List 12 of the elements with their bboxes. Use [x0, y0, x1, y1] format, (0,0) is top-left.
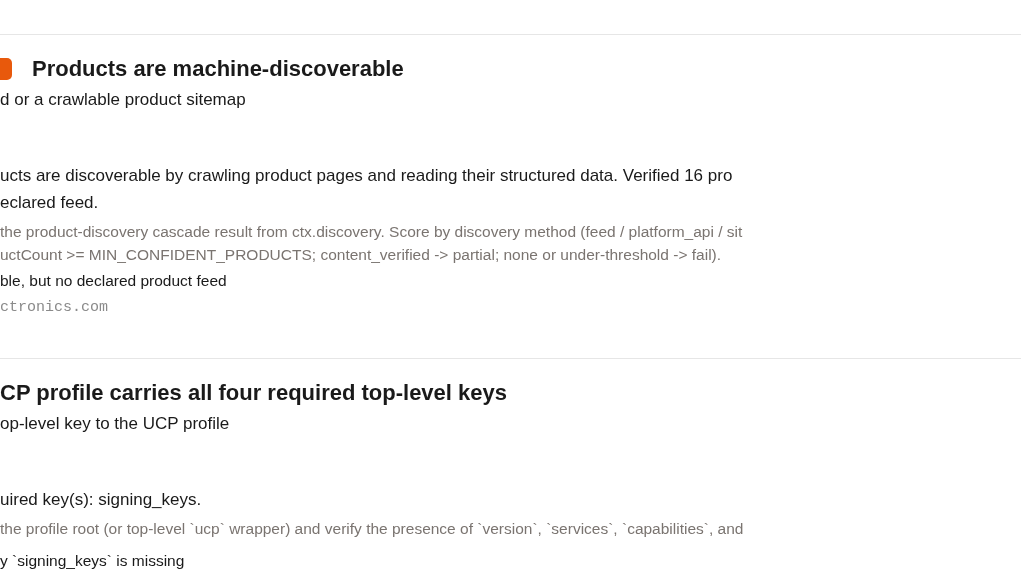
method-text: the product-discovery cascade result from ctx.discovery. Score by discovery method (feed / platform_api / sit uctCount >= MIN_CONFIDENT_PRODUCTS; content_verified -> partial; none or under-threshold -> fail). [0, 222, 744, 265]
recommendation-text: op-level key to the UCP profile [0, 414, 231, 434]
summary-text: ble, but no declared product feed [0, 272, 228, 290]
check-title: CP profile carries all four required top-level keys [0, 380, 507, 406]
summary-text: y `signing_keys` is missing [0, 552, 186, 570]
url-text: ctronics.com [0, 299, 110, 316]
check-title: Products are machine-discoverable [32, 56, 404, 82]
detail-text: ucts are discoverable by crawling product pages and reading their structured data. Verified 16 pro eclared feed. [0, 165, 734, 214]
recommendation-text: d or a crawlable product sitemap [0, 90, 247, 110]
method-text: the profile root (or top-level `ucp` wrapper) and verify the presence of `version`, `services`, `capabilities`, and [0, 519, 745, 539]
status-badge [0, 58, 12, 80]
detail-text: uired key(s): signing_keys. [0, 489, 203, 511]
